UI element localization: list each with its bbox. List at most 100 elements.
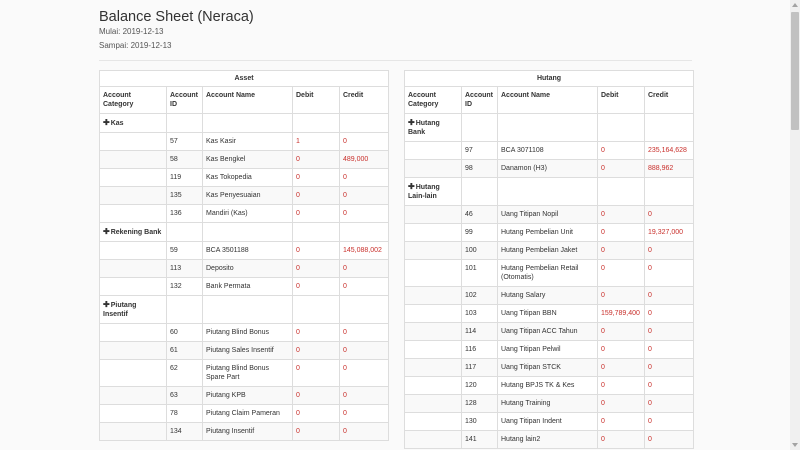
account-id: 97 xyxy=(461,141,498,160)
empty-cell xyxy=(99,241,167,260)
account-id: 120 xyxy=(461,376,498,395)
credit-value: 0 xyxy=(338,404,390,423)
debit-value: 0 xyxy=(597,394,645,413)
account-row: 141 Hutang lain2 0 0 xyxy=(404,430,695,449)
debit-value: 0 xyxy=(597,412,645,431)
account-id: 117 xyxy=(461,358,498,377)
plus-icon[interactable]: ✚ xyxy=(103,118,110,127)
debit-value: 159,789,400 xyxy=(597,304,645,323)
account-id: 119 xyxy=(166,168,203,187)
credit-value: 0 xyxy=(338,186,390,205)
credit-value: 0 xyxy=(643,394,695,413)
credit-value: 0 xyxy=(338,386,390,405)
account-row: 99 Hutang Pembelian Unit 0 19,327,000 xyxy=(404,223,695,242)
account-name: Bank Permata xyxy=(202,277,293,296)
empty-cell xyxy=(99,386,167,405)
debit-value: 0 xyxy=(292,386,340,405)
category-label: Rekening Bank xyxy=(110,229,162,236)
credit-value: 0 xyxy=(643,430,695,449)
account-id: 132 xyxy=(166,277,203,296)
asset-table: Asset Account Category Account ID Accoun… xyxy=(98,70,390,441)
account-id: 98 xyxy=(461,159,498,178)
empty-cell xyxy=(99,186,167,205)
scroll-up-arrow-icon[interactable] xyxy=(790,0,800,10)
account-id: 136 xyxy=(166,204,203,223)
credit-value: 0 xyxy=(643,304,695,323)
account-name: Piutang Claim Pameran xyxy=(202,404,293,423)
account-id: 103 xyxy=(461,304,498,323)
account-name: Hutang Pembelian Unit xyxy=(497,223,598,242)
account-id: 128 xyxy=(461,394,498,413)
account-id: 130 xyxy=(461,412,498,431)
vertical-scrollbar[interactable] xyxy=(790,0,800,450)
empty-cell xyxy=(166,222,203,242)
empty-cell xyxy=(404,223,462,242)
plus-icon[interactable]: ✚ xyxy=(103,300,110,309)
empty-cell xyxy=(99,168,167,187)
balance-sheet-page: Balance Sheet (Neraca) Mulai: 2019-12-13… xyxy=(0,0,790,450)
empty-cell xyxy=(202,295,293,324)
category-label: Kas xyxy=(110,120,124,127)
account-id: 61 xyxy=(166,341,203,360)
col-account-category: Account Category xyxy=(404,86,462,114)
empty-cell xyxy=(99,422,167,441)
col-account-category: Account Category xyxy=(99,86,167,114)
account-id: 101 xyxy=(461,259,498,287)
credit-value: 0 xyxy=(643,286,695,305)
account-id: 46 xyxy=(461,205,498,224)
debit-value: 1 xyxy=(292,132,340,151)
account-id: 114 xyxy=(461,322,498,341)
debit-value: 0 xyxy=(292,422,340,441)
account-name: Piutang KPB xyxy=(202,386,293,405)
empty-cell xyxy=(99,404,167,423)
plus-icon[interactable]: ✚ xyxy=(408,118,415,127)
account-name: Kas Tokopedia xyxy=(202,168,293,187)
account-row: 113 Deposito 0 0 xyxy=(99,259,390,278)
col-account-id: Account ID xyxy=(461,86,498,114)
debit-value: 0 xyxy=(292,323,340,342)
col-account-name: Account Name xyxy=(202,86,293,114)
debit-value: 0 xyxy=(597,223,645,242)
category-row: ✚Rekening Bank xyxy=(99,222,390,242)
category-cell: ✚Hutang Bank xyxy=(404,113,462,142)
plus-icon[interactable]: ✚ xyxy=(408,182,415,191)
account-row: 57 Kas Kasir 1 0 xyxy=(99,132,390,151)
empty-cell xyxy=(166,113,203,133)
scroll-down-arrow-icon[interactable] xyxy=(790,440,800,450)
account-id: 58 xyxy=(166,150,203,169)
debit-value: 0 xyxy=(597,322,645,341)
empty-cell xyxy=(404,286,462,305)
account-id: 99 xyxy=(461,223,498,242)
account-id: 100 xyxy=(461,241,498,260)
page-title: Balance Sheet (Neraca) xyxy=(99,9,254,25)
account-row: 134 Piutang Insentif 0 0 xyxy=(99,422,390,441)
account-name: Mandiri (Kas) xyxy=(202,204,293,223)
empty-cell xyxy=(99,150,167,169)
credit-value: 888,962 xyxy=(643,159,695,178)
empty-cell xyxy=(404,259,462,287)
debit-value: 0 xyxy=(597,241,645,260)
account-row: 136 Mandiri (Kas) 0 0 xyxy=(99,204,390,223)
empty-cell xyxy=(404,430,462,449)
credit-value: 0 xyxy=(643,259,695,287)
debit-value: 0 xyxy=(292,359,340,387)
account-row: 116 Uang Titipan Pelwil 0 0 xyxy=(404,340,695,359)
account-row: 120 Hutang BPJS TK & Kes 0 0 xyxy=(404,376,695,395)
credit-value: 0 xyxy=(643,205,695,224)
empty-cell xyxy=(99,323,167,342)
account-id: 63 xyxy=(166,386,203,405)
debit-value: 0 xyxy=(597,376,645,395)
debit-value: 0 xyxy=(597,340,645,359)
scroll-thumb[interactable] xyxy=(791,12,799,130)
credit-value: 489,000 xyxy=(338,150,390,169)
plus-icon[interactable]: ✚ xyxy=(103,227,110,236)
hutang-body: ✚Hutang Bank 97 BCA 3071108 0 235,164,628 98 D… xyxy=(404,113,695,449)
empty-cell xyxy=(292,222,340,242)
account-id: 78 xyxy=(166,404,203,423)
col-debit: Debit xyxy=(597,86,645,114)
empty-cell xyxy=(338,222,390,242)
category-row: ✚Hutang Bank xyxy=(404,113,695,142)
account-name: Uang Titipan STCK xyxy=(497,358,598,377)
account-row: 59 BCA 3501188 0 145,088,002 xyxy=(99,241,390,260)
credit-value: 0 xyxy=(338,277,390,296)
